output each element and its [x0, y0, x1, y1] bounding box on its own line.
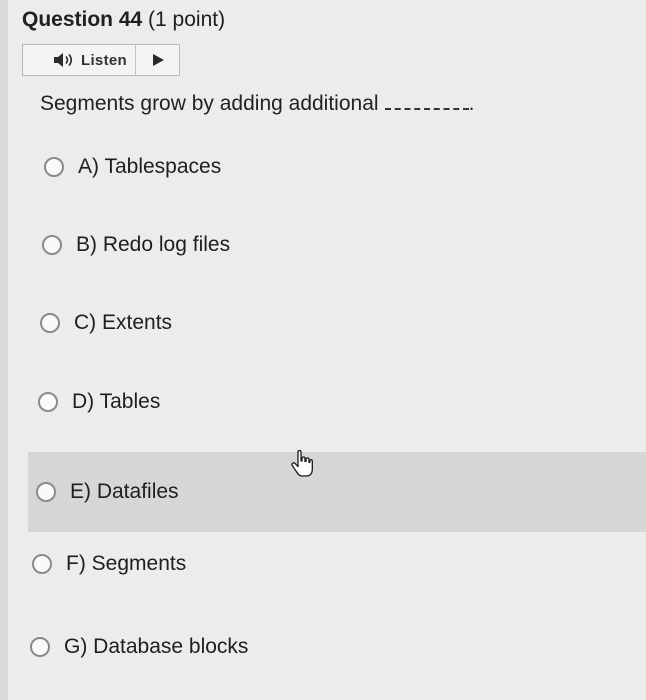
listen-widget: Listen: [22, 44, 180, 76]
option-e[interactable]: E) Datafiles: [28, 452, 646, 532]
radio-button[interactable]: [32, 554, 52, 574]
radio-button[interactable]: [30, 637, 50, 657]
question-text: Segments grow by adding additional.: [40, 92, 474, 116]
option-label: F) Segments: [66, 552, 187, 575]
option-f[interactable]: F) Segments: [0, 534, 646, 594]
question-suffix: .: [468, 92, 475, 115]
listen-label: Listen: [81, 51, 127, 69]
play-icon: [152, 54, 164, 66]
option-label: C) Extents: [74, 311, 173, 334]
question-prompt: Segments grow by adding additional: [40, 92, 379, 115]
play-button[interactable]: [136, 45, 179, 75]
option-c[interactable]: C) Extents: [0, 293, 646, 353]
radio-button[interactable]: [36, 482, 56, 502]
option-label: D) Tables: [72, 390, 161, 413]
radio-button[interactable]: [44, 157, 64, 177]
option-b[interactable]: B) Redo log files: [0, 215, 646, 275]
question-number: Question 44: [22, 8, 143, 31]
radio-button[interactable]: [38, 392, 58, 412]
option-label: A) Tablespaces: [78, 155, 222, 178]
option-label: B) Redo log files: [76, 233, 231, 256]
option-label: G) Database blocks: [64, 635, 249, 658]
option-d[interactable]: D) Tables: [0, 372, 646, 432]
question-title: Question 44 (1 point): [22, 8, 225, 32]
question-points: (1 point): [148, 8, 226, 31]
radio-button[interactable]: [40, 313, 60, 333]
listen-button[interactable]: Listen: [23, 45, 135, 75]
answer-blank: [384, 94, 469, 110]
speaker-icon: [54, 53, 73, 67]
option-g[interactable]: G) Database blocks: [0, 617, 646, 677]
hand-cursor-icon: [291, 450, 313, 477]
radio-button[interactable]: [42, 235, 62, 255]
option-a[interactable]: A) Tablespaces: [0, 137, 646, 197]
option-label: E) Datafiles: [70, 480, 179, 503]
